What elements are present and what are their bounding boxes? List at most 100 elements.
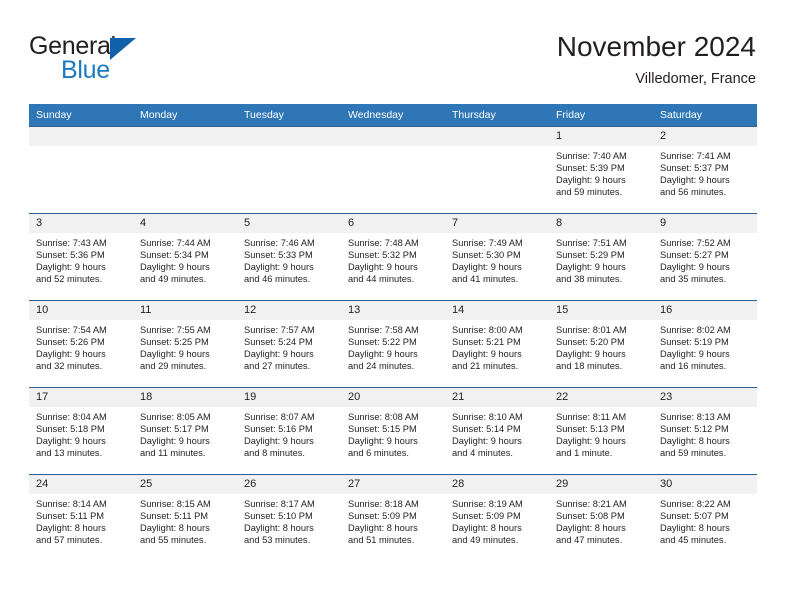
calendar-cell-day[interactable]: 10 Sunrise: 7:54 AM Sunset: 5:26 PM Dayligh… [29, 300, 133, 388]
calendar-cell-day[interactable]: 15 Sunrise: 8:01 AM Sunset: 5:20 PM Dayligh… [549, 300, 653, 388]
sunrise-text: Sunrise: 8:19 AM [452, 499, 523, 509]
day-number: 9 [653, 214, 757, 233]
sunrise-text: Sunrise: 7:48 AM [348, 238, 419, 248]
sunrise-text: Sunrise: 7:44 AM [140, 238, 211, 248]
sunrise-text: Sunrise: 7:49 AM [452, 238, 523, 248]
calendar-cell-day[interactable]: 19 Sunrise: 8:07 AM Sunset: 5:16 PM Dayligh… [237, 387, 341, 475]
calendar-cell-day[interactable]: 9 Sunrise: 7:52 AM Sunset: 5:27 PM Daylight… [653, 213, 757, 301]
sunset-text: Sunset: 5:21 PM [452, 337, 521, 348]
day-number: 4 [133, 214, 237, 233]
calendar-cell-day[interactable]: 24 Sunrise: 8:14 AM Sunset: 5:11 PM Dayligh… [29, 474, 133, 561]
sunrise-text: Sunrise: 7:55 AM [140, 325, 211, 335]
sunset-text: Sunset: 5:30 PM [452, 250, 521, 261]
day-details: Sunrise: 7:41 AM Sunset: 5:37 PM Daylight:… [653, 146, 757, 198]
calendar-cell-day[interactable]: 23 Sunrise: 8:13 AM Sunset: 5:12 PM Dayligh… [653, 387, 757, 475]
daylight-text-line2: and 35 minutes. [660, 274, 727, 285]
day-number: 13 [341, 301, 445, 320]
daylight-text-line1: Daylight: 9 hours [36, 349, 106, 360]
daylight-text-line1: Daylight: 9 hours [556, 262, 626, 273]
daylight-text-line2: and 24 minutes. [348, 361, 415, 372]
daylight-text-line1: Daylight: 9 hours [452, 436, 522, 447]
daylight-text-line2: and 47 minutes. [556, 535, 623, 546]
sunrise-text: Sunrise: 7:57 AM [244, 325, 315, 335]
weekday-header-saturday: Saturday [653, 104, 757, 127]
daylight-text-line1: Daylight: 9 hours [556, 175, 626, 186]
calendar-cell-day[interactable]: 29 Sunrise: 8:21 AM Sunset: 5:08 PM Dayligh… [549, 474, 653, 561]
daylight-text-line1: Daylight: 8 hours [36, 523, 106, 534]
sunset-text: Sunset: 5:32 PM [348, 250, 417, 261]
sunset-text: Sunset: 5:34 PM [140, 250, 209, 261]
day-number: 6 [341, 214, 445, 233]
daylight-text-line2: and 21 minutes. [452, 361, 519, 372]
calendar-cell-day[interactable]: 28 Sunrise: 8:19 AM Sunset: 5:09 PM Dayligh… [445, 474, 549, 561]
sunrise-text: Sunrise: 7:52 AM [660, 238, 731, 248]
day-number: 20 [341, 388, 445, 407]
calendar-cell-day[interactable]: 4 Sunrise: 7:44 AM Sunset: 5:34 PM Daylight… [133, 213, 237, 301]
calendar-cell-day[interactable]: 11 Sunrise: 7:55 AM Sunset: 5:25 PM Dayligh… [133, 300, 237, 388]
triangle-icon [110, 38, 136, 60]
sunset-text: Sunset: 5:13 PM [556, 424, 625, 435]
day-number: 25 [133, 475, 237, 494]
daylight-text-line1: Daylight: 9 hours [452, 262, 522, 273]
daylight-text-line2: and 8 minutes. [244, 448, 305, 459]
sunset-text: Sunset: 5:09 PM [452, 511, 521, 522]
day-details: Sunrise: 8:13 AM Sunset: 5:12 PM Daylight:… [653, 407, 757, 459]
weekday-header-sunday: Sunday [29, 104, 133, 127]
calendar-cell-day[interactable]: 20 Sunrise: 8:08 AM Sunset: 5:15 PM Dayligh… [341, 387, 445, 475]
daylight-text-line1: Daylight: 9 hours [452, 349, 522, 360]
sunrise-text: Sunrise: 8:13 AM [660, 412, 731, 422]
day-number: 3 [29, 214, 133, 233]
day-number: 30 [653, 475, 757, 494]
day-details [341, 146, 445, 150]
daylight-text-line2: and 55 minutes. [140, 535, 207, 546]
daylight-text-line1: Daylight: 9 hours [36, 436, 106, 447]
day-details [237, 146, 341, 150]
calendar-cell-day[interactable]: 8 Sunrise: 7:51 AM Sunset: 5:29 PM Daylight… [549, 213, 653, 301]
calendar-cell-day[interactable]: 7 Sunrise: 7:49 AM Sunset: 5:30 PM Daylight… [445, 213, 549, 301]
day-number: 12 [237, 301, 341, 320]
sunset-text: Sunset: 5:07 PM [660, 511, 729, 522]
day-details: Sunrise: 8:21 AM Sunset: 5:08 PM Daylight:… [549, 494, 653, 546]
calendar-cell-day[interactable]: 30 Sunrise: 8:22 AM Sunset: 5:07 PM Dayligh… [653, 474, 757, 561]
daylight-text-line1: Daylight: 9 hours [556, 436, 626, 447]
calendar-cell-day[interactable]: 14 Sunrise: 8:00 AM Sunset: 5:21 PM Dayligh… [445, 300, 549, 388]
calendar-cell-day[interactable]: 2 Sunrise: 7:41 AM Sunset: 5:37 PM Daylight… [653, 126, 757, 214]
sunset-text: Sunset: 5:17 PM [140, 424, 209, 435]
day-details: Sunrise: 8:14 AM Sunset: 5:11 PM Daylight:… [29, 494, 133, 546]
daylight-text-line2: and 57 minutes. [36, 535, 103, 546]
calendar-cell-day[interactable]: 17 Sunrise: 8:04 AM Sunset: 5:18 PM Dayligh… [29, 387, 133, 475]
daylight-text-line1: Daylight: 9 hours [348, 262, 418, 273]
daylight-text-line1: Daylight: 9 hours [244, 262, 314, 273]
calendar-cell-empty [445, 126, 549, 214]
brand-logo[interactable]: General Blue [29, 32, 179, 90]
calendar-cell-day[interactable]: 12 Sunrise: 7:57 AM Sunset: 5:24 PM Dayligh… [237, 300, 341, 388]
brand-name-blue: Blue [61, 56, 110, 84]
calendar-cell-day[interactable]: 27 Sunrise: 8:18 AM Sunset: 5:09 PM Dayligh… [341, 474, 445, 561]
sunrise-text: Sunrise: 8:00 AM [452, 325, 523, 335]
calendar-cell-day[interactable]: 13 Sunrise: 7:58 AM Sunset: 5:22 PM Dayligh… [341, 300, 445, 388]
sunrise-text: Sunrise: 8:08 AM [348, 412, 419, 422]
day-details: Sunrise: 8:05 AM Sunset: 5:17 PM Daylight:… [133, 407, 237, 459]
sunset-text: Sunset: 5:39 PM [556, 163, 625, 174]
daylight-text-line2: and 49 minutes. [452, 535, 519, 546]
sunset-text: Sunset: 5:12 PM [660, 424, 729, 435]
calendar-cell-day[interactable]: 21 Sunrise: 8:10 AM Sunset: 5:14 PM Dayligh… [445, 387, 549, 475]
calendar-cell-day[interactable]: 18 Sunrise: 8:05 AM Sunset: 5:17 PM Dayligh… [133, 387, 237, 475]
sunset-text: Sunset: 5:19 PM [660, 337, 729, 348]
calendar-cell-day[interactable]: 6 Sunrise: 7:48 AM Sunset: 5:32 PM Daylight… [341, 213, 445, 301]
calendar-cell-day[interactable]: 3 Sunrise: 7:43 AM Sunset: 5:36 PM Daylight… [29, 213, 133, 301]
calendar-cell-day[interactable]: 26 Sunrise: 8:17 AM Sunset: 5:10 PM Dayligh… [237, 474, 341, 561]
calendar-cell-day[interactable]: 5 Sunrise: 7:46 AM Sunset: 5:33 PM Daylight… [237, 213, 341, 301]
sunset-text: Sunset: 5:11 PM [36, 511, 105, 522]
daylight-text-line1: Daylight: 8 hours [244, 523, 314, 534]
daylight-text-line2: and 38 minutes. [556, 274, 623, 285]
calendar-cell-day[interactable]: 16 Sunrise: 8:02 AM Sunset: 5:19 PM Dayligh… [653, 300, 757, 388]
day-details: Sunrise: 7:49 AM Sunset: 5:30 PM Daylight:… [445, 233, 549, 285]
sunrise-text: Sunrise: 7:54 AM [36, 325, 107, 335]
calendar-cell-day[interactable]: 1 Sunrise: 7:40 AM Sunset: 5:39 PM Daylight… [549, 126, 653, 214]
sunset-text: Sunset: 5:29 PM [556, 250, 625, 261]
calendar-cell-empty [133, 126, 237, 214]
sunrise-text: Sunrise: 8:18 AM [348, 499, 419, 509]
calendar-cell-day[interactable]: 22 Sunrise: 8:11 AM Sunset: 5:13 PM Dayligh… [549, 387, 653, 475]
calendar-cell-day[interactable]: 25 Sunrise: 8:15 AM Sunset: 5:11 PM Dayligh… [133, 474, 237, 561]
